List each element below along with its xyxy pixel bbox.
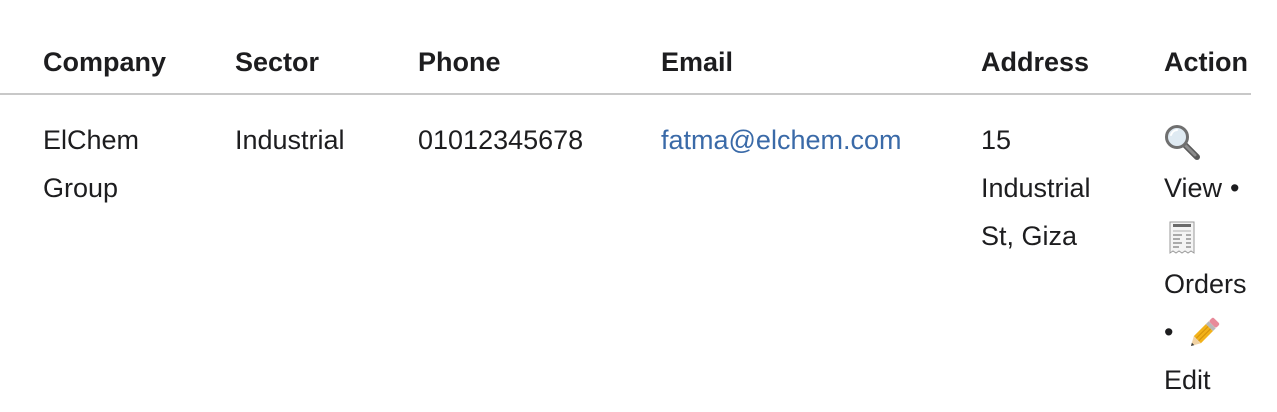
- magnifying-glass-icon[interactable]: [1164, 124, 1200, 160]
- orders-link[interactable]: Orders: [1164, 269, 1247, 299]
- orders-action-line: Orders: [1164, 260, 1264, 308]
- column-header-action: Action: [1164, 47, 1248, 77]
- view-icon-line: [1164, 116, 1264, 164]
- edit-icon-line: •: [1164, 308, 1264, 356]
- address-line: Industrial: [981, 173, 1091, 203]
- column-header-sector: Sector: [235, 47, 320, 77]
- action-separator: •: [1230, 173, 1240, 203]
- table-row: ElChem Group Industrial 01012345678 fatm…: [0, 95, 1251, 412]
- cell-email: fatma@elchem.com: [661, 116, 901, 164]
- receipt-icon[interactable]: [1164, 220, 1200, 256]
- address-line: St, Giza: [981, 221, 1078, 251]
- edit-action-line: Edit: [1164, 356, 1264, 404]
- edit-link[interactable]: Edit: [1164, 365, 1211, 395]
- column-header-email: Email: [661, 47, 734, 77]
- action-separator: •: [1164, 317, 1174, 347]
- cell-address: 15 Industrial St, Giza: [981, 116, 1121, 260]
- column-header-phone: Phone: [418, 47, 501, 77]
- table-header-row: Company Sector Phone Email Address Actio…: [0, 0, 1251, 95]
- view-link[interactable]: View: [1164, 173, 1222, 203]
- cell-sector: Industrial: [235, 125, 345, 155]
- cell-actions: View • Orders • Edit: [1164, 116, 1264, 404]
- orders-icon-line: [1164, 212, 1264, 260]
- company-name-line: ElChem: [43, 125, 140, 155]
- address-line: 15: [981, 125, 1012, 155]
- view-action-line: View •: [1164, 164, 1264, 212]
- companies-table: Company Sector Phone Email Address Actio…: [0, 0, 1251, 412]
- cell-phone: 01012345678: [418, 125, 584, 155]
- company-name-line: Group: [43, 173, 119, 203]
- email-link[interactable]: fatma@elchem.com: [661, 125, 901, 155]
- cell-company: ElChem Group: [43, 116, 193, 212]
- column-header-address: Address: [981, 47, 1090, 77]
- pencil-icon[interactable]: [1185, 316, 1221, 352]
- column-header-company: Company: [43, 47, 167, 77]
